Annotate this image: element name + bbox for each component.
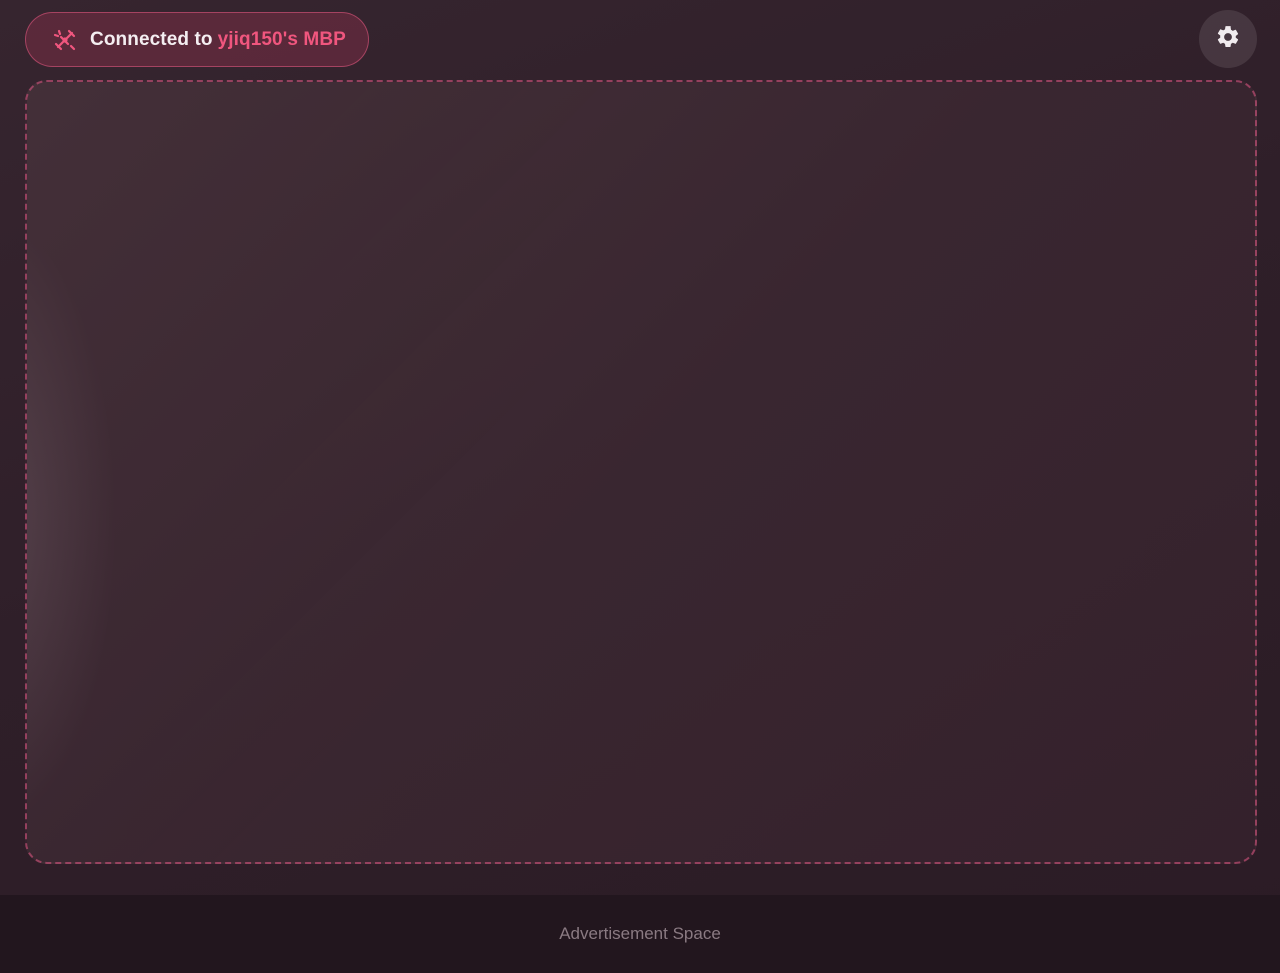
advertisement-label: Advertisement Space <box>559 924 721 943</box>
connection-prefix: Connected to <box>90 28 213 50</box>
advertisement-banner: Advertisement Space <box>0 895 1280 973</box>
app-window: Connected to yjiq150's MBP Advertisement … <box>0 0 1280 973</box>
connection-status-text: Connected to yjiq150's MBP <box>90 29 346 51</box>
gear-icon <box>1215 24 1241 55</box>
connection-status-badge: Connected to yjiq150's MBP <box>25 12 369 67</box>
device-name: yjiq150's MBP <box>217 28 346 50</box>
drop-zone[interactable] <box>25 80 1257 864</box>
drop-zone-glow <box>27 212 117 832</box>
settings-button[interactable] <box>1199 10 1257 68</box>
plug-icon <box>52 27 78 53</box>
